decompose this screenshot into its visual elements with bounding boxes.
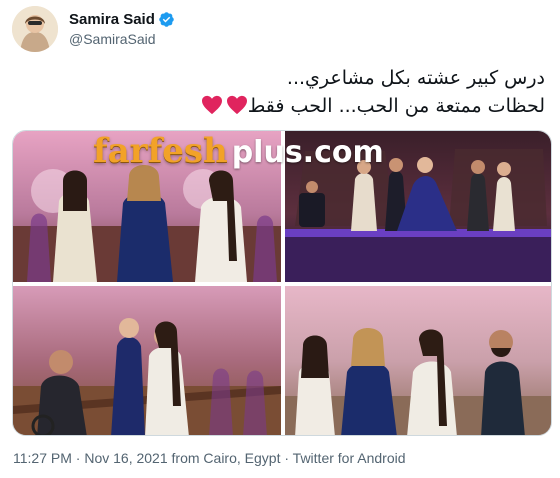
name-row: Samira Said: [69, 11, 175, 28]
separator: ·: [75, 450, 81, 466]
display-name[interactable]: Samira Said: [69, 11, 155, 28]
avatar-image: [12, 6, 58, 52]
watermark-suffix: plus.com: [231, 135, 384, 170]
tweet-header: Samira Said @SamiraSaid: [12, 6, 548, 52]
author-names: Samira Said @SamiraSaid: [69, 11, 175, 47]
photo-4-image: [285, 328, 551, 435]
handle[interactable]: @SamiraSaid: [69, 31, 175, 47]
tweet-text-line-1: درس كبير عشته بكل مشاعري...: [286, 67, 545, 89]
tweet-location: from Cairo, Egypt: [171, 450, 281, 466]
tweet-client[interactable]: Twitter for Android: [293, 450, 406, 466]
separator: ·: [284, 450, 290, 466]
tweet-date[interactable]: Nov 16, 2021: [84, 450, 167, 466]
tweet-media-grid: farfesh plus.com: [12, 130, 552, 436]
tweet-time[interactable]: 11:27 PM: [13, 450, 72, 466]
watermark-brand: farfesh: [93, 131, 228, 171]
farfeshplus-watermark: farfesh plus.com: [93, 131, 483, 175]
heart-icon: [201, 95, 222, 115]
photo-3-image: [13, 318, 281, 435]
verified-badge-icon: [159, 12, 174, 27]
heart-icon: [226, 95, 247, 115]
avatar[interactable]: [12, 6, 58, 52]
tweet-text: درس كبير عشته بكل مشاعري... لحظات ممتعة …: [15, 64, 545, 120]
tweet-metadata: 11:27 PM · Nov 16, 2021 from Cairo, Egyp…: [13, 450, 406, 466]
tweet-text-line-2-text: لحظات ممتعة من الحب... الحب فقط: [247, 95, 545, 117]
tweet-text-line-2: لحظات ممتعة من الحب... الحب فقط: [15, 92, 545, 120]
media-photo-3[interactable]: [13, 286, 281, 435]
media-photo-4[interactable]: [285, 286, 551, 435]
